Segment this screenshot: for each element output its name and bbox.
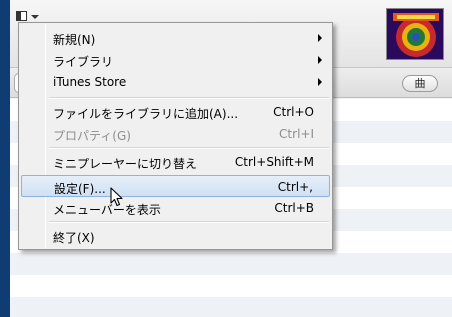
menu-item[interactable]: ライブラリ <box>21 49 330 71</box>
menu-item-label: メニューバーを表示 <box>53 203 161 217</box>
menu-item-label: 設定(F)... <box>54 182 106 196</box>
menu-item[interactable]: iTunes Store <box>21 71 330 93</box>
menu-item-label: ミニプレーヤーに切り替え <box>53 157 198 171</box>
track-row-background <box>10 297 452 317</box>
menu-item-label: 新規(N) <box>53 33 96 47</box>
track-row-background <box>10 253 452 275</box>
menu-item[interactable]: 終了(X) <box>21 225 330 247</box>
menu-item-shortcut: Ctrl+Shift+M <box>234 155 314 169</box>
submenu-arrow-icon <box>318 56 322 64</box>
menu-item-label: ライブラリ <box>53 55 114 69</box>
menu-item-label: プロパティ(G) <box>53 129 131 143</box>
menu-item[interactable]: ミニプレーヤーに切り替え Ctrl+Shift+M <box>21 151 330 173</box>
mouse-cursor-icon <box>110 187 123 207</box>
menu-item[interactable]: 新規(N) <box>21 27 330 49</box>
menu-item[interactable]: ファイルをライブラリに追加(A)... Ctrl+O <box>21 101 330 123</box>
artwork-image <box>387 9 443 59</box>
app-menu-icon <box>16 11 27 21</box>
menu-separator <box>49 97 329 99</box>
menu-item-label: ファイルをライブラリに追加(A)... <box>53 107 239 121</box>
menu-item-shortcut: Ctrl+I <box>279 127 314 141</box>
menu-separator <box>49 147 329 149</box>
menu-item-label: 終了(X) <box>53 231 95 245</box>
chevron-down-icon <box>31 15 39 19</box>
menu-item[interactable]: 設定(F)... Ctrl+, <box>21 175 330 197</box>
menu-item[interactable]: メニューバーを表示 Ctrl+B <box>21 197 330 219</box>
submenu-arrow-icon <box>318 34 322 42</box>
menu-item-shortcut: Ctrl+B <box>274 201 314 215</box>
menu-separator <box>49 221 329 223</box>
menu-item-shortcut: Ctrl+O <box>273 105 314 119</box>
menu-item: プロパティ(G) Ctrl+I <box>21 123 330 145</box>
menu-item-label: iTunes Store <box>53 75 127 89</box>
track-row-background <box>10 275 452 297</box>
album-artwork[interactable] <box>386 8 444 60</box>
submenu-arrow-icon <box>318 78 322 86</box>
app-dropdown-menu: 新規(N) ライブラリ iTunes Store ファイルをライブラリに追加(A)..… <box>18 22 333 250</box>
menu-item-shortcut: Ctrl+, <box>277 180 313 194</box>
equalizer-button[interactable]: 曲 <box>402 75 438 92</box>
